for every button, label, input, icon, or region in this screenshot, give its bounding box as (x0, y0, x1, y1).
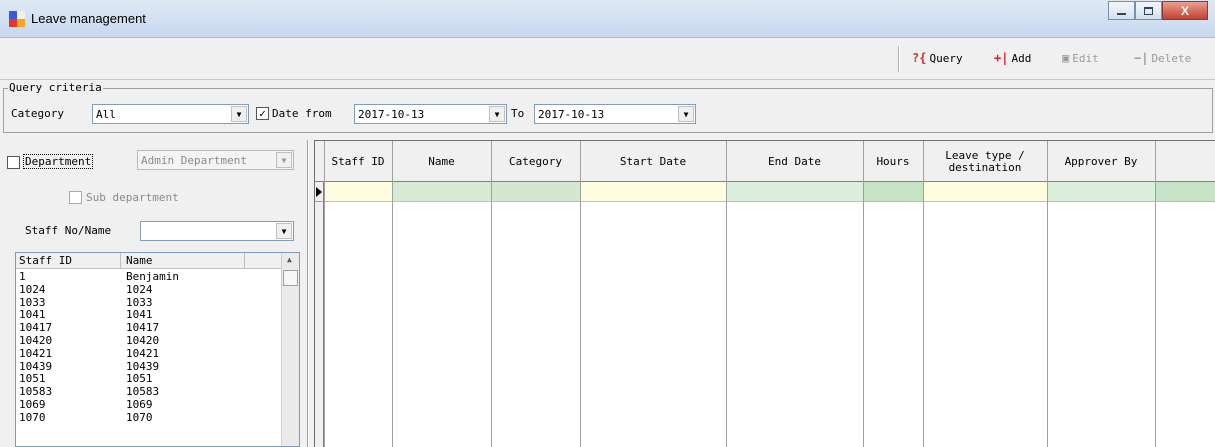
department-value: Admin Department (141, 154, 247, 167)
staff-list-item[interactable]: 10421 10421 (19, 346, 279, 361)
grid-header-cell[interactable]: Start Date (580, 141, 726, 182)
minimize-icon (1117, 12, 1126, 15)
query-label: Query (929, 51, 963, 65)
staff-list-item[interactable]: 1070 1070 (19, 410, 279, 425)
category-select[interactable]: All ▼ (92, 104, 249, 124)
query-button[interactable]: ?{ Query (912, 51, 963, 65)
date-from-value: 2017-10-13 (358, 108, 425, 121)
staff-no-label: Staff No/Name (25, 224, 112, 237)
chevron-down-icon: ▼ (231, 106, 247, 122)
staff-id-cell: 1069 (19, 397, 46, 411)
query-criteria-legend: Query criteria (8, 81, 103, 94)
staff-name-cell: 1069 (126, 397, 153, 411)
grid-cell[interactable] (1048, 182, 1155, 202)
minimize-button[interactable] (1108, 1, 1135, 20)
grid-header-cell[interactable] (1155, 141, 1215, 182)
sub-department-label: Sub department (86, 191, 179, 204)
date-to-picker[interactable]: 2017-10-13 ▼ (534, 104, 696, 124)
current-row-icon (316, 187, 322, 197)
grid-cell[interactable] (492, 182, 580, 202)
delete-icon: −| (1134, 51, 1149, 65)
close-icon: X (1180, 3, 1189, 18)
window-title: Leave management (31, 11, 146, 26)
grid-header-cell[interactable]: Approver By (1047, 141, 1155, 182)
grid-header-cell[interactable]: Staff ID (324, 141, 392, 182)
grid-cell[interactable] (325, 182, 392, 202)
staff-name-cell: 1070 (126, 410, 153, 424)
app-grid-icon (9, 11, 25, 27)
grid-header-cell[interactable]: Leave type / destination (923, 141, 1047, 182)
staff-list-item[interactable]: 1024 1024 (19, 282, 279, 297)
staff-id-cell: 1070 (19, 410, 46, 424)
staff-no-select[interactable]: ▼ (140, 221, 294, 241)
staff-list-header-id[interactable]: Staff ID (19, 254, 72, 267)
edit-button[interactable]: ▣ Edit (1062, 51, 1099, 65)
leave-grid[interactable]: Staff ID Name Category Start Date End Date Ho… (314, 140, 1215, 447)
maximize-button[interactable] (1135, 1, 1162, 20)
grid-cell[interactable] (924, 182, 1047, 202)
edit-icon: ▣ (1062, 51, 1070, 65)
staff-list-scrollbar[interactable]: ▲ (281, 253, 299, 446)
grid-cell[interactable] (727, 182, 863, 202)
scroll-up-icon[interactable]: ▲ (287, 255, 292, 264)
chevron-down-icon: ▼ (276, 152, 292, 168)
add-icon: +| (994, 51, 1009, 65)
department-checkbox[interactable] (7, 156, 20, 169)
scroll-thumb[interactable] (283, 270, 298, 286)
staff-list-header: Staff ID Name (16, 253, 282, 269)
staff-id-cell: 10421 (19, 346, 53, 360)
department-select[interactable]: Admin Department ▼ (137, 150, 294, 170)
grid-cell[interactable] (1156, 182, 1215, 202)
category-value: All (96, 108, 116, 121)
date-from-picker[interactable]: 2017-10-13 ▼ (354, 104, 507, 124)
splitter[interactable] (305, 140, 314, 447)
staff-name-cell: 10421 (126, 346, 160, 360)
left-panel: Department Admin Department ▼ Sub depart… (0, 140, 305, 447)
date-from-label: Date from (272, 107, 332, 120)
category-label: Category (11, 107, 64, 120)
check-icon: ✓ (259, 107, 266, 120)
staff-list[interactable]: Staff ID Name 1 Benjamin 1024 1024 1033 1033 1… (15, 252, 300, 447)
title-bar: Leave management X (0, 0, 1215, 38)
staff-list-header-name[interactable]: Name (126, 254, 153, 267)
delete-label: Delete (1151, 51, 1192, 65)
sub-department-checkbox[interactable] (69, 191, 82, 204)
grid-header: Staff ID Name Category Start Date End Date Ho… (315, 141, 1215, 182)
grid-header-cell[interactable]: Name (392, 141, 491, 182)
staff-id-cell: 1 (19, 270, 26, 283)
close-button[interactable]: X (1162, 1, 1208, 20)
staff-name-cell: Benjamin (126, 270, 179, 283)
staff-list-item[interactable]: 1069 1069 (19, 397, 279, 412)
staff-id-cell: 1024 (19, 282, 46, 296)
row-selector[interactable] (315, 182, 324, 202)
grid-header-cell[interactable]: Hours (863, 141, 923, 182)
staff-name-cell: 1024 (126, 282, 153, 296)
staff-name-cell: 10420 (126, 333, 160, 347)
staff-id-cell: 10420 (19, 333, 53, 347)
grid-cell[interactable] (393, 182, 491, 202)
toolbar: ?{ Query +| Add ▣ Edit −| Delete (0, 38, 1215, 80)
staff-list-item[interactable]: 10420 10420 (19, 333, 279, 348)
chevron-down-icon: ▼ (276, 223, 292, 239)
date-from-checkbox[interactable]: ✓ (256, 107, 269, 120)
edit-label: Edit (1072, 51, 1099, 65)
staff-list-item[interactable]: 1 Benjamin (19, 270, 279, 284)
toolbar-separator (898, 46, 900, 72)
maximize-icon (1144, 6, 1153, 15)
chevron-down-icon: ▼ (678, 106, 694, 122)
delete-button[interactable]: −| Delete (1134, 51, 1191, 65)
add-label: Add (1011, 51, 1032, 65)
row-selector-column (315, 202, 324, 447)
add-button[interactable]: +| Add (994, 51, 1031, 65)
to-label: To (511, 107, 525, 120)
grid-header-cell[interactable]: End Date (726, 141, 863, 182)
date-to-value: 2017-10-13 (538, 108, 605, 121)
grid-header-cell[interactable]: Category (491, 141, 580, 182)
grid-cell[interactable] (581, 182, 726, 202)
chevron-down-icon: ▼ (489, 106, 505, 122)
department-label: Department (23, 154, 94, 169)
query-criteria-group: Query criteria Category All ▼ ✓ Date fro… (3, 81, 1213, 133)
query-icon: ?{ (912, 51, 927, 65)
grid-cell[interactable] (864, 182, 923, 202)
